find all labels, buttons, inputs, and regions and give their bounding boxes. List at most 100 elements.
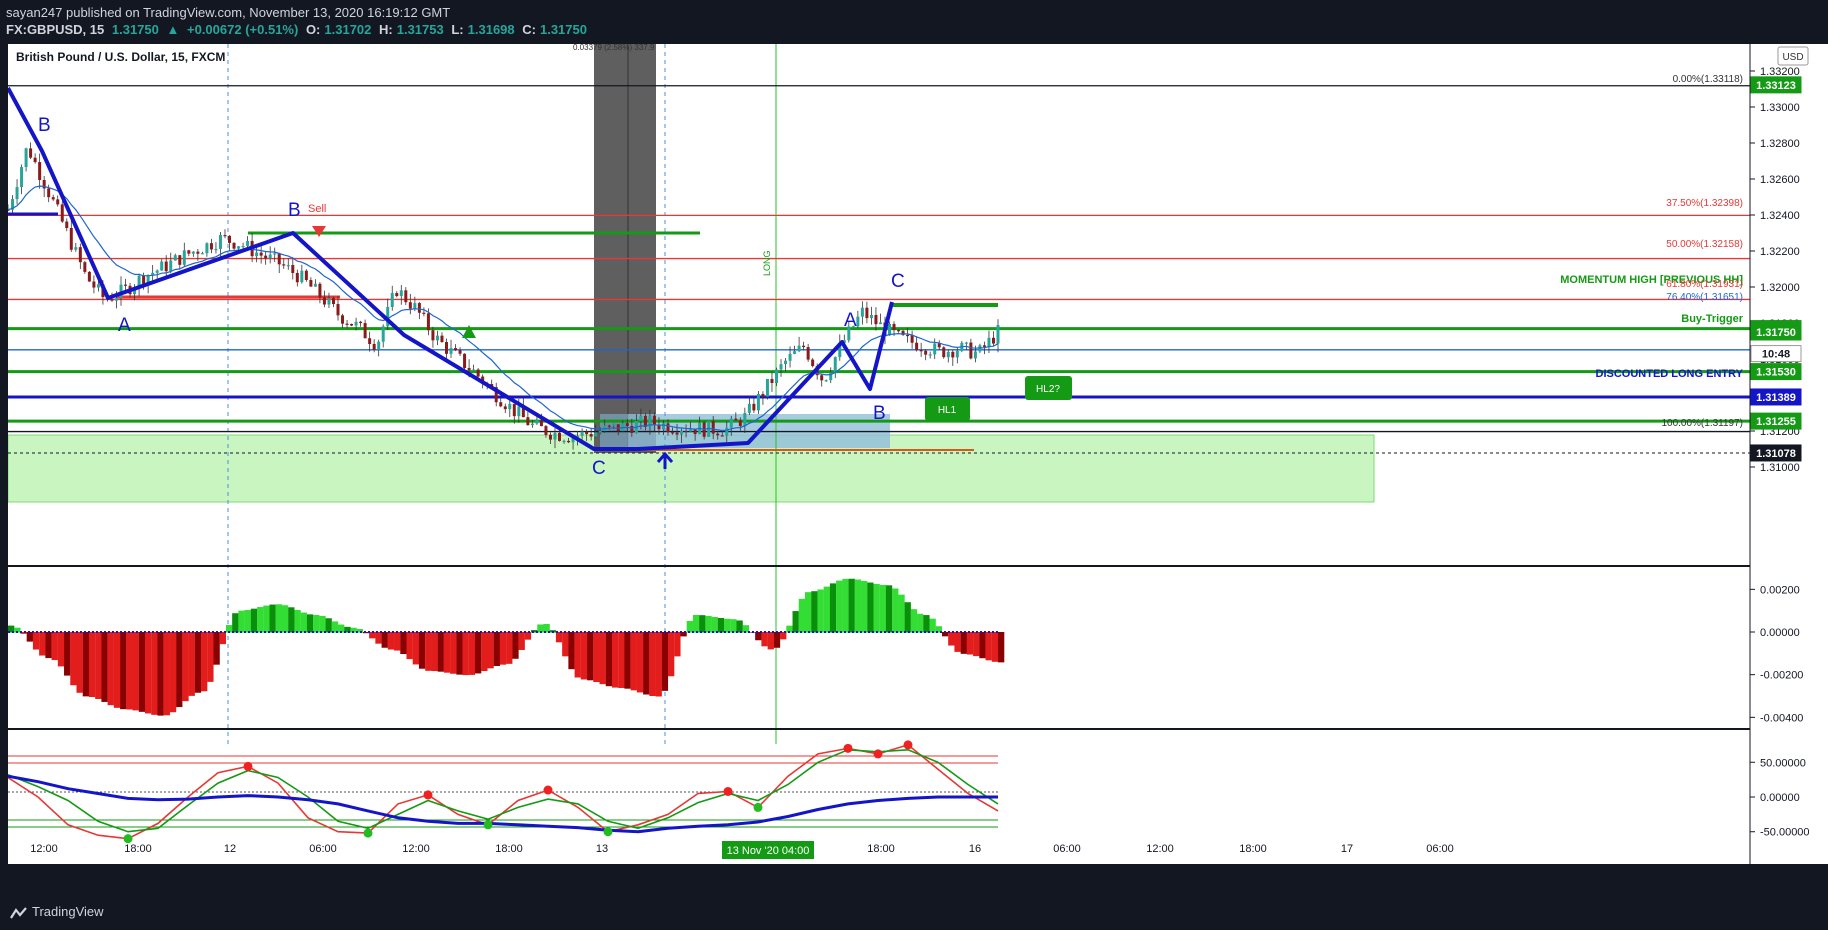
candle-body: [65, 221, 69, 229]
published-by: sayan247 published on TradingView.com, N…: [6, 5, 451, 20]
candle-body: [426, 313, 430, 331]
histogram-bar: [611, 632, 619, 688]
candle-body: [56, 199, 60, 205]
candle-body: [209, 243, 213, 250]
histogram-bar: [381, 632, 388, 648]
histogram-bar: [605, 632, 613, 687]
price-tag-label: 1.31078: [1756, 448, 1796, 460]
histogram-bar: [400, 632, 407, 655]
symbol-ohlc: FX:GBPUSD, 15 1.31750 ▲ +0.00672 (+0.51%…: [6, 22, 591, 37]
histogram-bar: [163, 632, 170, 716]
candle-body: [607, 425, 611, 427]
candle-body: [377, 341, 381, 350]
stochastic-dot: [603, 827, 613, 837]
histogram-bar: [998, 632, 1005, 663]
histogram-bar: [468, 632, 476, 675]
stochastic-tick-label: -50.00000: [1760, 827, 1810, 839]
currency-button-label: USD: [1782, 52, 1803, 63]
histogram-bar: [923, 615, 930, 633]
candle-body: [196, 251, 200, 254]
price-tag-label: 1.33123: [1756, 80, 1796, 92]
histogram-bar: [113, 632, 121, 708]
candle-body: [78, 247, 82, 263]
measure-label: 0.03379 (2.58%) 337.9: [573, 44, 655, 52]
candle-body: [725, 427, 729, 436]
histogram-bar: [792, 611, 799, 633]
chart-title: British Pound / U.S. Dollar, 15, FXCM: [16, 50, 225, 64]
session-highlight: [594, 44, 656, 453]
histogram-bar: [767, 632, 774, 650]
candle-body: [363, 323, 367, 339]
candle-body: [331, 298, 335, 305]
histogram-bar: [257, 607, 264, 633]
candle-body: [205, 243, 209, 254]
histogram-bar: [462, 632, 469, 676]
histogram-bar: [275, 604, 283, 633]
histogram-bar: [431, 632, 438, 672]
candle-body: [417, 303, 421, 313]
candle-body: [802, 345, 806, 348]
histogram-bar: [593, 632, 600, 683]
candle-body: [33, 157, 37, 163]
candle-body: [449, 348, 453, 354]
candle-body: [435, 335, 439, 341]
candle-body: [381, 326, 385, 342]
price-tick-label: 1.32000: [1760, 282, 1800, 294]
price-tick-label: 1.32200: [1760, 246, 1800, 258]
wave-label-b1: B: [38, 115, 51, 136]
candle-body: [856, 316, 860, 327]
time-tick-label: 06:00: [1426, 843, 1454, 855]
candle-body: [336, 304, 340, 316]
candle-body: [74, 247, 78, 250]
candle-body: [892, 323, 896, 331]
price-tick-label: 1.31000: [1760, 462, 1800, 474]
candle-body: [558, 432, 562, 441]
chart-area[interactable]: B A B C A C B Sell LONG 0.03379 (2.58%) …: [8, 44, 1828, 864]
candle-body: [756, 394, 760, 411]
low-value: 1.31698: [467, 22, 515, 37]
histogram-bar: [730, 619, 737, 633]
candle-body: [793, 351, 797, 354]
histogram-bar: [481, 632, 488, 672]
candle-body: [228, 235, 232, 243]
histogram-bar: [674, 632, 681, 657]
candle-body: [833, 357, 837, 373]
candle-body: [625, 423, 629, 426]
histogram-bar: [562, 632, 569, 657]
candle-body: [110, 299, 114, 301]
candle-body: [277, 253, 281, 265]
time-tick-label: 12: [224, 843, 236, 855]
candle-body: [237, 246, 241, 249]
tradingview-logo[interactable]: TradingView: [10, 904, 104, 920]
candle-body: [413, 303, 417, 309]
histogram-bar: [101, 632, 108, 702]
candle-body: [910, 335, 914, 343]
histogram-bar: [717, 617, 725, 633]
candle-body: [906, 334, 910, 337]
fib-375: 37.50%(1.32398): [1666, 198, 1743, 209]
candle-body: [671, 432, 675, 434]
histogram-bar: [95, 632, 102, 699]
candle-body: [562, 440, 566, 443]
histogram-tick-label: -0.00400: [1760, 712, 1803, 724]
histogram-bar: [618, 632, 625, 688]
histogram-bar: [244, 609, 251, 633]
candle-body: [345, 323, 349, 325]
stochastic-dot: [423, 790, 433, 800]
candle-body: [458, 350, 462, 354]
candle-body: [612, 424, 616, 426]
chart-svg[interactable]: B A B C A C B Sell LONG 0.03379 (2.58%) …: [8, 44, 1828, 864]
time-tick-label: 13: [596, 843, 608, 855]
candle-body: [589, 434, 593, 437]
time-tick-label: 12:00: [1146, 843, 1174, 855]
candle-body: [580, 431, 584, 436]
time-tick-label: 18:00: [867, 843, 895, 855]
stochastic-dot: [543, 785, 553, 795]
candle-body: [313, 283, 317, 287]
histogram-bar: [107, 632, 114, 706]
candle-body: [942, 347, 946, 358]
histogram-bar: [587, 632, 594, 681]
candle-body: [51, 197, 55, 200]
histogram-bar: [649, 632, 656, 696]
candle-body: [765, 378, 769, 397]
